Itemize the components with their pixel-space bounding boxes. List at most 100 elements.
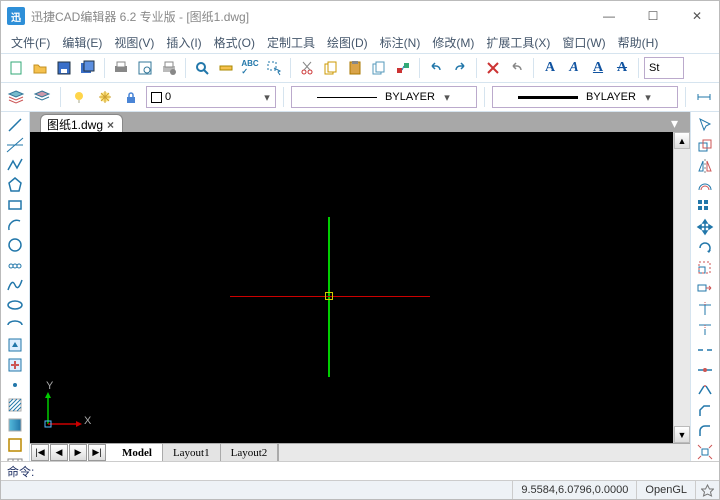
canvas[interactable]: Y X: [30, 132, 673, 443]
bold-button[interactable]: A: [539, 60, 561, 76]
chamfer-tool-icon[interactable]: [694, 402, 716, 420]
circle-tool-icon[interactable]: [4, 236, 26, 254]
strike-button[interactable]: A: [611, 60, 633, 76]
status-annotation-icon[interactable]: [695, 481, 719, 499]
fillet-tool-icon[interactable]: [694, 422, 716, 440]
text-style-field[interactable]: St: [644, 57, 684, 79]
status-renderer[interactable]: OpenGL: [636, 481, 695, 499]
ellipse-tool-icon[interactable]: [4, 296, 26, 314]
layout-tab-layout1[interactable]: Layout1: [163, 444, 221, 461]
dim-style-icon[interactable]: [693, 86, 715, 108]
xline-tool-icon[interactable]: [4, 136, 26, 154]
make-block-icon[interactable]: [4, 356, 26, 374]
menu-custom-tools[interactable]: 定制工具: [261, 32, 321, 53]
measure-icon[interactable]: [215, 57, 237, 79]
lineweight-selector[interactable]: BYLAYER▾: [492, 86, 678, 108]
italic-button[interactable]: A: [563, 60, 585, 76]
menu-file[interactable]: 文件(F): [5, 32, 56, 53]
spell-icon[interactable]: ABC✓: [239, 57, 261, 79]
stretch-tool-icon[interactable]: [694, 279, 716, 297]
polyline-tool-icon[interactable]: [4, 156, 26, 174]
new-icon[interactable]: [5, 57, 27, 79]
scroll-up-icon[interactable]: ▲: [674, 132, 690, 149]
menu-view[interactable]: 视图(V): [108, 32, 160, 53]
scroll-down-icon[interactable]: ▼: [674, 426, 690, 443]
cut-icon[interactable]: [296, 57, 318, 79]
gradient-tool-icon[interactable]: [4, 416, 26, 434]
save-icon[interactable]: [53, 57, 75, 79]
erase-icon[interactable]: [482, 57, 504, 79]
rectangle-tool-icon[interactable]: [4, 196, 26, 214]
copy-icon[interactable]: [320, 57, 342, 79]
redo-icon[interactable]: [449, 57, 471, 79]
layout-tab-layout2[interactable]: Layout2: [221, 444, 279, 461]
mirror-tool-icon[interactable]: [694, 157, 716, 175]
maximize-button[interactable]: ☐: [631, 1, 675, 31]
print-preview-icon[interactable]: [134, 57, 156, 79]
layer-states-icon[interactable]: [31, 86, 53, 108]
menu-draw[interactable]: 绘图(D): [321, 32, 374, 53]
insert-block-icon[interactable]: [4, 336, 26, 354]
hatch-tool-icon[interactable]: [4, 396, 26, 414]
join-tool-icon[interactable]: [694, 381, 716, 399]
rotate-tool-icon[interactable]: [694, 238, 716, 256]
arc-tool-icon[interactable]: [4, 216, 26, 234]
copy-tool-icon[interactable]: [694, 136, 716, 154]
plot-settings-icon[interactable]: [158, 57, 180, 79]
menu-dimension[interactable]: 标注(N): [374, 32, 427, 53]
document-tab-active[interactable]: 图纸1.dwg ×: [40, 114, 123, 133]
horizontal-scrollbar[interactable]: [278, 444, 690, 461]
line-tool-icon[interactable]: [4, 116, 26, 134]
menu-ext-tools[interactable]: 扩展工具(X): [480, 32, 556, 53]
menu-modify[interactable]: 修改(M): [426, 32, 480, 53]
tab-nav-next[interactable]: ▶: [69, 444, 87, 461]
layer-manager-icon[interactable]: [5, 86, 27, 108]
vertical-scrollbar[interactable]: ▲ ▼: [673, 132, 690, 443]
close-button[interactable]: ✕: [675, 1, 719, 31]
break-tool-icon[interactable]: [694, 340, 716, 358]
ellipse-arc-tool-icon[interactable]: [4, 316, 26, 334]
layer-selector[interactable]: 0 ▾: [146, 86, 276, 108]
layout-tab-model[interactable]: Model: [112, 444, 163, 461]
break-at-point-icon[interactable]: [694, 361, 716, 379]
region-tool-icon[interactable]: [4, 436, 26, 454]
copyclip-icon[interactable]: [368, 57, 390, 79]
undo2-icon[interactable]: [506, 57, 528, 79]
tab-nav-last[interactable]: ▶|: [88, 444, 106, 461]
move-tool-icon[interactable]: [694, 218, 716, 236]
trim-tool-icon[interactable]: [694, 300, 716, 318]
linetype-selector[interactable]: BYLAYER▾: [291, 86, 477, 108]
revcloud-tool-icon[interactable]: [4, 256, 26, 274]
paste-icon[interactable]: [344, 57, 366, 79]
layer-freeze-icon[interactable]: [94, 86, 116, 108]
close-tab-icon[interactable]: ×: [107, 118, 114, 132]
menu-format[interactable]: 格式(O): [208, 32, 261, 53]
tab-nav-first[interactable]: |◀: [31, 444, 49, 461]
menu-insert[interactable]: 插入(I): [160, 32, 207, 53]
tab-nav-prev[interactable]: ◀: [50, 444, 68, 461]
layer-lock-icon[interactable]: [120, 86, 142, 108]
menu-help[interactable]: 帮助(H): [612, 32, 665, 53]
menu-window[interactable]: 窗口(W): [556, 32, 611, 53]
print-icon[interactable]: [110, 57, 132, 79]
scale-tool-icon[interactable]: [694, 259, 716, 277]
underline-button[interactable]: A: [587, 60, 609, 76]
quickselect-icon[interactable]: [263, 57, 285, 79]
document-tabs-menu-icon[interactable]: ▾: [665, 115, 684, 132]
menu-edit[interactable]: 编辑(E): [56, 32, 108, 53]
array-tool-icon[interactable]: [694, 198, 716, 216]
explode-tool-icon[interactable]: [694, 443, 716, 461]
matchprop-icon[interactable]: [392, 57, 414, 79]
polygon-tool-icon[interactable]: [4, 176, 26, 194]
minimize-button[interactable]: —: [587, 1, 631, 31]
undo-icon[interactable]: [425, 57, 447, 79]
spline-tool-icon[interactable]: [4, 276, 26, 294]
command-line[interactable]: 命令:: [1, 461, 719, 480]
extend-tool-icon[interactable]: [694, 320, 716, 338]
pointer-tool-icon[interactable]: [694, 116, 716, 134]
open-icon[interactable]: [29, 57, 51, 79]
saveall-icon[interactable]: [77, 57, 99, 79]
point-tool-icon[interactable]: [4, 376, 26, 394]
find-icon[interactable]: [191, 57, 213, 79]
offset-tool-icon[interactable]: [694, 177, 716, 195]
